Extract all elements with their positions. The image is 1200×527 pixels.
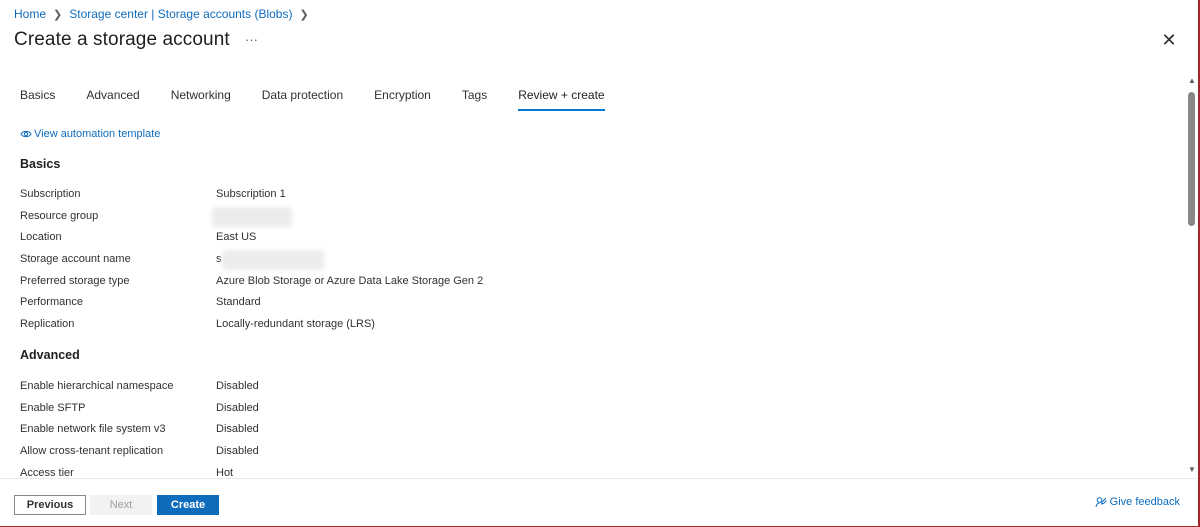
tab-review-create[interactable]: Review + create [518,88,605,111]
summary-row: Enable SFTP Disabled [20,400,259,416]
page-title: Create a storage account [14,29,230,50]
row-value: Disabled [216,423,259,435]
row-label: Resource group [20,210,99,222]
summary-row: Performance Standard [20,294,261,310]
give-feedback-link[interactable]: Give feedback [1095,496,1180,508]
row-label: Performance [20,296,83,308]
redaction-mask [212,207,292,227]
summary-row: Allow cross-tenant replication Disabled [20,443,259,459]
row-label: Storage account name [20,253,131,265]
row-label: Enable hierarchical namespace [20,380,174,392]
row-value: s [216,253,222,265]
scroll-down-arrow-icon[interactable]: ▼ [1188,465,1196,474]
row-value: Disabled [216,380,259,392]
row-label: Enable network file system v3 [20,423,166,435]
next-button[interactable]: Next [90,495,152,515]
tab-tags[interactable]: Tags [462,88,487,111]
summary-row: Preferred storage type Azure Blob Storag… [20,273,483,289]
previous-button[interactable]: Previous [14,495,86,515]
summary-row: Access tier Hot [20,465,233,476]
more-options-button[interactable]: ··· [245,32,258,47]
tab-basics[interactable]: Basics [20,88,55,111]
footer-bar: Previous Next Create Give feedback [0,478,1198,526]
row-label: Subscription [20,188,81,200]
scroll-up-arrow-icon[interactable]: ▲ [1188,76,1196,85]
row-label: Allow cross-tenant replication [20,445,164,457]
row-value: Disabled [216,402,259,414]
row-value-wrap: s [216,250,324,270]
summary-row: Resource group r [20,207,292,227]
row-label: Enable SFTP [20,402,86,414]
eye-icon [20,130,32,138]
breadcrumb-storage-center-link[interactable]: Storage center | Storage accounts (Blobs… [69,7,292,21]
row-label: Replication [20,318,75,330]
give-feedback-label: Give feedback [1109,496,1180,508]
row-value: Standard [216,296,261,308]
vertical-scrollbar[interactable]: ▲ ▼ [1187,76,1197,474]
row-value: Hot [216,467,234,476]
feedback-icon [1095,497,1107,508]
create-button[interactable]: Create [157,495,219,515]
row-value-wrap: r [212,207,292,227]
row-label: Access tier [20,467,74,476]
summary-row: Enable network file system v3 Disabled [20,421,259,437]
tab-networking[interactable]: Networking [171,88,231,111]
tab-data-protection[interactable]: Data protection [262,88,343,111]
automation-link-label: View automation template [34,128,161,140]
summary-row: Enable hierarchical namespace Disabled [20,378,259,394]
breadcrumb: Home ❯ Storage center | Storage accounts… [14,7,316,21]
row-label: Preferred storage type [20,275,130,287]
tab-encryption[interactable]: Encryption [374,88,431,111]
row-label: Location [20,231,62,243]
tab-bar: Basics Advanced Networking Data protecti… [20,88,636,111]
row-value: Disabled [216,445,259,457]
summary-row: Location East US [20,229,256,245]
summary-row: Replication Locally-redundant storage (L… [20,316,375,332]
row-value: East US [216,231,257,243]
chevron-right-icon: ❯ [53,8,63,21]
section-title-advanced: Advanced [20,348,80,362]
summary-row: Storage account name s [20,250,324,270]
view-automation-template-link[interactable]: View automation template [20,128,160,140]
close-button[interactable]: ✕ [1160,30,1178,50]
row-value: Subscription 1 [216,188,286,200]
redaction-mask [222,250,324,270]
chevron-right-icon: ❯ [299,8,309,21]
breadcrumb-home-link[interactable]: Home [14,7,46,21]
review-content: View automation template Basics Subscrip… [20,128,1170,476]
scrollbar-thumb[interactable] [1188,92,1195,226]
section-title-basics: Basics [20,157,61,171]
row-value: Locally-redundant storage (LRS) [216,318,375,330]
tab-advanced[interactable]: Advanced [86,88,139,111]
summary-row: Subscription Subscription 1 [20,186,286,202]
row-value: Azure Blob Storage or Azure Data Lake St… [216,275,484,287]
